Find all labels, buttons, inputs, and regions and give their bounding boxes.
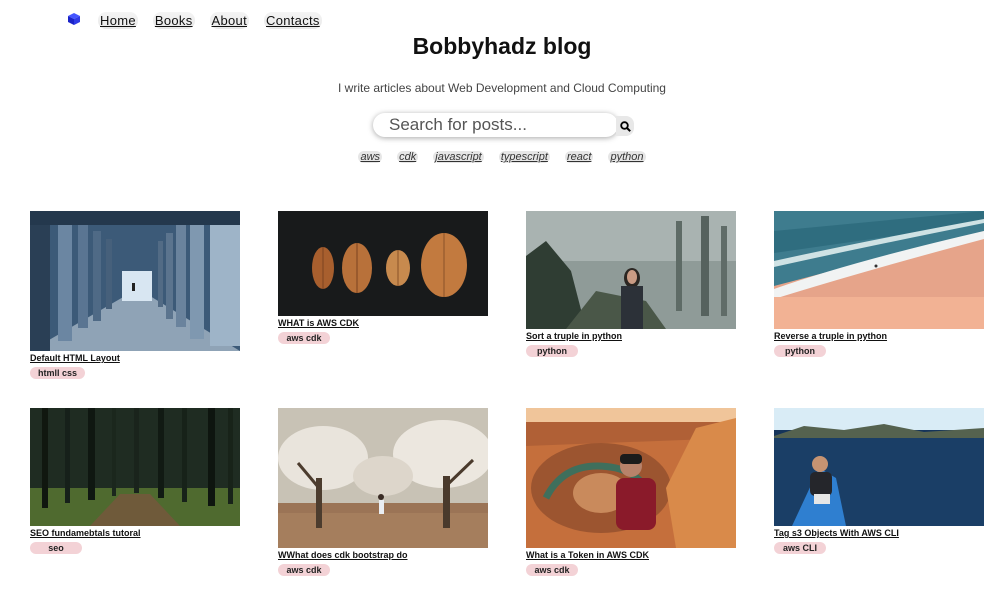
cube-icon[interactable] [68, 12, 82, 26]
post-title-link[interactable]: What is a Token in AWS CDK [526, 550, 736, 560]
nav-contacts-link[interactable]: Contacts [264, 12, 322, 29]
tag-javascript[interactable]: javascript [433, 151, 484, 163]
site-title: Bobbyhadz blog [412, 33, 592, 59]
post-tag-badge[interactable]: aws cdk [278, 564, 330, 576]
post-card: What is a Token in AWS CDK aws cdk [526, 408, 736, 578]
post-thumbnail[interactable] [278, 408, 488, 548]
post-thumbnail[interactable] [278, 211, 488, 316]
post-tag-badge[interactable]: aws cdk [526, 564, 578, 576]
search-icon [619, 120, 631, 132]
post-tag-badge[interactable]: htmll css [30, 367, 86, 379]
post-card: WHAT is AWS CDK aws cdk [278, 211, 488, 346]
post-tag-badge[interactable]: python [526, 345, 578, 357]
post-tag-badge[interactable]: seo [30, 542, 82, 554]
post-title-link[interactable]: Default HTML Layout [30, 353, 240, 363]
tag-python[interactable]: python [608, 151, 646, 163]
post-thumbnail[interactable] [774, 211, 984, 329]
post-thumbnail[interactable] [526, 408, 736, 548]
post-card: WWhat does cdk bootstrap do aws cdk [278, 408, 488, 578]
post-card: Reverse a truple in python python [774, 211, 984, 359]
top-nav: Home Books About Contacts [68, 12, 337, 29]
tag-typescript[interactable]: typescript [498, 151, 550, 163]
nav-about-link[interactable]: About [209, 12, 250, 29]
post-card: Tag s3 Objects With AWS CLI aws CLI [774, 408, 984, 556]
post-card: Default HTML Layout htmll css [30, 211, 240, 381]
post-title-link[interactable]: WHAT is AWS CDK [278, 318, 488, 328]
post-title-link[interactable]: Sort a truple in python [526, 331, 736, 341]
post-thumbnail[interactable] [30, 211, 240, 351]
search-bar [373, 113, 635, 139]
tag-cdk[interactable]: cdk [397, 151, 419, 163]
post-card: Sort a truple in python python [526, 211, 736, 359]
search-button[interactable] [616, 116, 634, 136]
post-tag-badge[interactable]: aws CLI [774, 542, 826, 554]
post-thumbnail[interactable] [526, 211, 736, 329]
post-title-link[interactable]: SEO fundamebtals tutoral [30, 528, 240, 538]
tag-aws[interactable]: aws [358, 151, 383, 163]
post-title-link[interactable]: Tag s3 Objects With AWS CLI [774, 528, 984, 538]
post-tag-badge[interactable]: python [774, 345, 826, 357]
post-thumbnail[interactable] [774, 408, 984, 526]
post-title-link[interactable]: WWhat does cdk bootstrap do [278, 550, 488, 560]
post-title-link[interactable]: Reverse a truple in python [774, 331, 984, 341]
site-subtitle: I write articles about Web Development a… [338, 81, 666, 95]
tag-react[interactable]: react [564, 151, 594, 163]
nav-books-link[interactable]: Books [152, 12, 195, 29]
tag-list: aws cdk javascript typescript react pyth… [0, 151, 1004, 163]
post-thumbnail[interactable] [30, 408, 240, 526]
search-input[interactable] [373, 113, 618, 137]
post-card: SEO fundamebtals tutoral seo [30, 408, 240, 556]
nav-home-link[interactable]: Home [98, 12, 138, 29]
post-tag-badge[interactable]: aws cdk [278, 332, 330, 344]
